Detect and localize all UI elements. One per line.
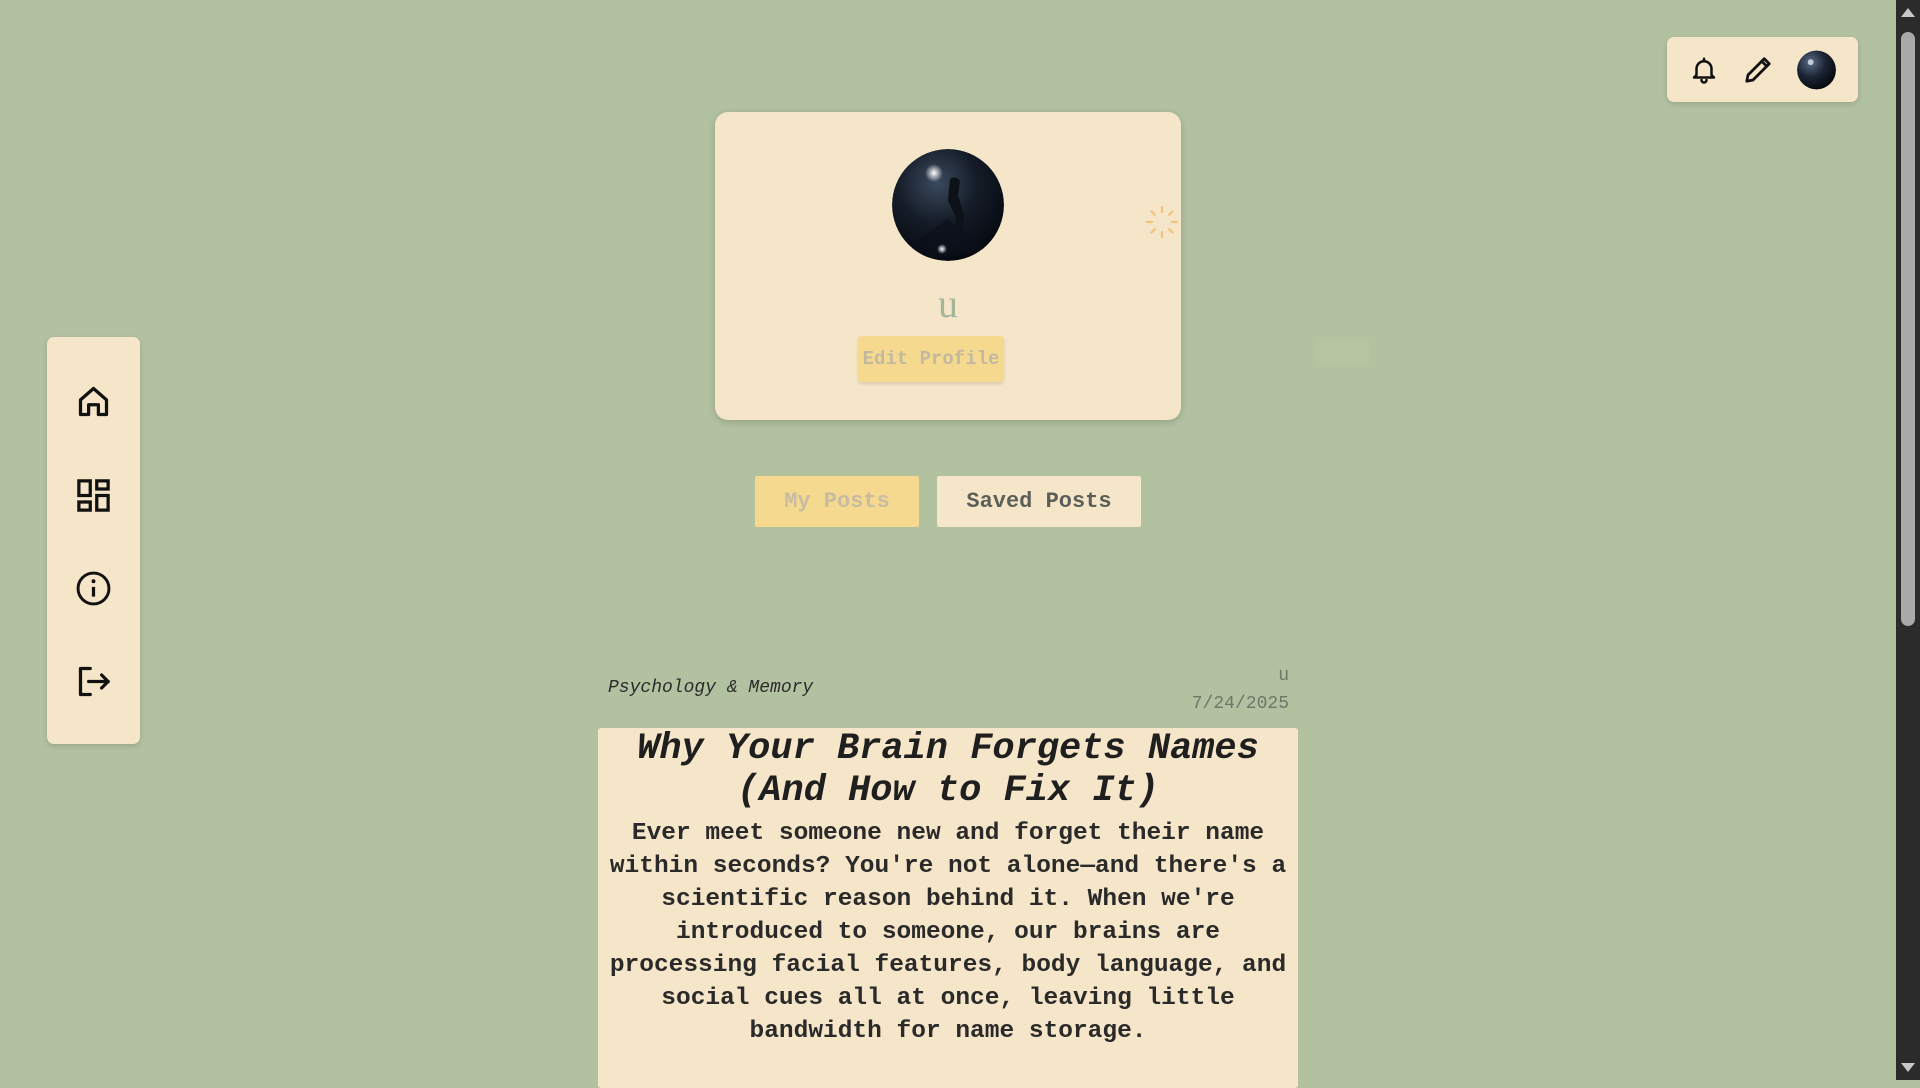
faded-element (1315, 337, 1369, 367)
profile-username: u (938, 281, 958, 326)
dashboard-icon[interactable] (74, 476, 113, 515)
profile-avatar[interactable] (892, 149, 1004, 261)
post-body: Ever meet someone new and forget their n… (609, 820, 1287, 1045)
scroll-down-arrow-icon[interactable] (1901, 1063, 1915, 1072)
profile-card: u Edit Profile (715, 112, 1181, 420)
post-author: u (1278, 666, 1289, 686)
info-icon[interactable] (74, 569, 113, 608)
avatar[interactable] (1797, 50, 1836, 89)
tab-my-posts[interactable]: My Posts (755, 476, 919, 527)
scrollbar[interactable] (1896, 0, 1920, 1080)
logout-icon[interactable] (74, 662, 113, 701)
scrollbar-thumb[interactable] (1901, 32, 1915, 626)
tab-saved-posts[interactable]: Saved Posts (937, 476, 1141, 527)
loading-spinner-icon (1144, 204, 1180, 240)
scroll-up-arrow-icon[interactable] (1901, 8, 1915, 17)
edit-profile-button[interactable]: Edit Profile (858, 336, 1004, 382)
pencil-icon[interactable] (1743, 55, 1773, 85)
post-date: 7/24/2025 (1191, 694, 1289, 714)
bell-icon[interactable] (1689, 54, 1719, 86)
sidebar (47, 337, 140, 744)
post-card[interactable]: Why Your Brain Forgets Names (And How to… (598, 728, 1298, 1088)
home-icon[interactable] (74, 382, 113, 421)
post-category: Psychology & Memory (608, 678, 814, 698)
top-toolbar (1667, 37, 1858, 102)
post-title[interactable]: Why Your Brain Forgets Names (And How to… (598, 728, 1298, 812)
